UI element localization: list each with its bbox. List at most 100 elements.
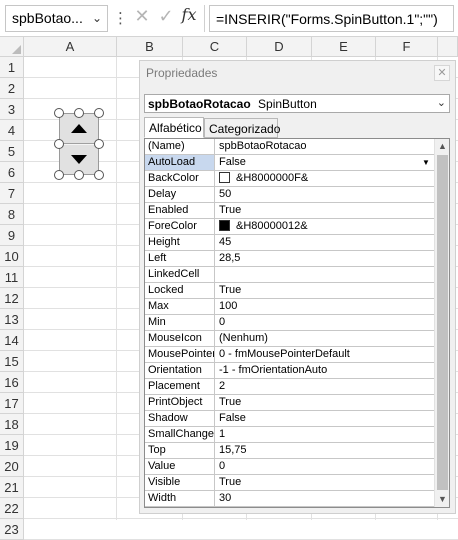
row-header[interactable]: 22 [0, 498, 24, 519]
column-header[interactable]: D [247, 37, 312, 57]
property-row[interactable]: Width 30 [145, 491, 435, 507]
property-row[interactable]: Delay 50 [145, 187, 435, 203]
property-value[interactable]: &H8000000F& [216, 171, 435, 186]
property-row[interactable]: AutoLoad False ▼ [145, 155, 435, 171]
resize-handle[interactable] [54, 139, 64, 149]
object-selector[interactable]: spbBotaoRotacao SpinButton ⌄ [144, 94, 450, 113]
spin-up-button[interactable] [60, 114, 98, 144]
property-value[interactable]: False [216, 411, 435, 426]
property-value[interactable]: 28,5 [216, 251, 435, 266]
property-value[interactable]: True [216, 283, 435, 298]
column-header-partial[interactable] [438, 37, 458, 57]
select-all-button[interactable] [0, 37, 24, 57]
property-name[interactable]: Delay [145, 187, 215, 202]
property-value[interactable]: True [216, 395, 435, 410]
property-value[interactable]: 2 [216, 379, 435, 394]
property-name[interactable]: MouseIcon [145, 331, 215, 346]
column-header[interactable]: E [312, 37, 376, 57]
tab-categorized[interactable]: Categorizado [204, 118, 280, 138]
resize-handle[interactable] [94, 108, 104, 118]
property-row[interactable]: Min 0 [145, 315, 435, 331]
vertical-scrollbar[interactable]: ▲ ▼ [434, 139, 449, 507]
row-header[interactable]: 14 [0, 330, 24, 351]
property-name[interactable]: AutoLoad [145, 155, 215, 170]
property-value[interactable]: True [216, 203, 435, 218]
property-row[interactable]: Enabled True [145, 203, 435, 219]
property-name[interactable]: Top [145, 443, 215, 458]
row-header[interactable]: 23 [0, 519, 24, 540]
row-header[interactable]: 17 [0, 393, 24, 414]
row-header[interactable]: 16 [0, 372, 24, 393]
resize-handle[interactable] [94, 170, 104, 180]
name-box[interactable]: spbBotao... ⌄ [5, 5, 108, 32]
scroll-down-icon[interactable]: ▼ [435, 492, 449, 507]
property-name[interactable]: PrintObject [145, 395, 215, 410]
row-header[interactable]: 20 [0, 456, 24, 477]
property-row[interactable]: Placement 2 [145, 379, 435, 395]
property-value[interactable]: 45 [216, 235, 435, 250]
formula-input[interactable]: =INSERIR("Forms.SpinButton.1";"") [209, 5, 454, 32]
property-name[interactable]: LinkedCell [145, 267, 215, 282]
column-header[interactable]: C [183, 37, 247, 57]
property-name[interactable]: Max [145, 299, 215, 314]
chevron-down-icon[interactable]: ⌄ [92, 11, 102, 25]
close-icon[interactable]: ✕ [434, 65, 450, 81]
property-value[interactable]: &H80000012& [216, 219, 435, 234]
row-header[interactable]: 13 [0, 309, 24, 330]
property-value[interactable]: 15,75 [216, 443, 435, 458]
resize-handle[interactable] [94, 139, 104, 149]
property-value[interactable]: -1 - fmOrientationAuto [216, 363, 435, 378]
row-header[interactable]: 5 [0, 141, 24, 162]
property-value[interactable]: 0 [216, 459, 435, 474]
resize-handle[interactable] [74, 108, 84, 118]
property-row[interactable]: LinkedCell [145, 267, 435, 283]
more-options-icon[interactable]: ⋮ [113, 9, 128, 27]
property-name[interactable]: MousePointer [145, 347, 215, 362]
close-icon[interactable]: ✕ [131, 6, 153, 30]
resize-handle[interactable] [54, 108, 64, 118]
property-row[interactable]: Max 100 [145, 299, 435, 315]
property-name[interactable]: Width [145, 491, 215, 506]
fx-icon[interactable]: fx [179, 5, 199, 31]
property-name[interactable]: Value [145, 459, 215, 474]
property-row[interactable]: MousePointer 0 - fmMousePointerDefault [145, 347, 435, 363]
property-name[interactable]: Min [145, 315, 215, 330]
property-row[interactable]: Visible True [145, 475, 435, 491]
property-name[interactable]: SmallChange [145, 427, 215, 442]
row-header[interactable]: 4 [0, 120, 24, 141]
row-header[interactable]: 2 [0, 78, 24, 99]
row-header[interactable]: 15 [0, 351, 24, 372]
row-header[interactable]: 7 [0, 183, 24, 204]
scroll-up-icon[interactable]: ▲ [435, 139, 449, 154]
property-value[interactable]: 100 [216, 299, 435, 314]
row-header[interactable]: 21 [0, 477, 24, 498]
property-name[interactable]: Enabled [145, 203, 215, 218]
column-header[interactable]: A [24, 37, 117, 57]
row-header[interactable]: 1 [0, 57, 24, 78]
property-row[interactable]: Shadow False [145, 411, 435, 427]
property-value[interactable]: True [216, 475, 435, 490]
property-value[interactable] [216, 267, 435, 282]
property-value[interactable]: (Nenhum) [216, 331, 435, 346]
check-icon[interactable]: ✓ [155, 6, 177, 30]
property-value[interactable]: 0 [216, 315, 435, 330]
row-header[interactable]: 19 [0, 435, 24, 456]
row-header[interactable]: 12 [0, 288, 24, 309]
property-row[interactable]: ForeColor &H80000012& [145, 219, 435, 235]
row-header[interactable]: 18 [0, 414, 24, 435]
dropdown-arrow-icon[interactable]: ▼ [419, 156, 433, 169]
row-header[interactable]: 11 [0, 267, 24, 288]
scroll-thumb[interactable] [437, 155, 448, 490]
row-header[interactable]: 6 [0, 162, 24, 183]
property-value[interactable]: 50 [216, 187, 435, 202]
property-name[interactable]: Left [145, 251, 215, 266]
property-row[interactable]: Top 15,75 [145, 443, 435, 459]
property-name[interactable]: Locked [145, 283, 215, 298]
property-row[interactable]: SmallChange 1 [145, 427, 435, 443]
column-header[interactable]: B [117, 37, 183, 57]
row-header[interactable]: 3 [0, 99, 24, 120]
property-row[interactable]: Locked True [145, 283, 435, 299]
property-name[interactable]: BackColor [145, 171, 215, 186]
row-header[interactable]: 10 [0, 246, 24, 267]
row-header[interactable]: 8 [0, 204, 24, 225]
